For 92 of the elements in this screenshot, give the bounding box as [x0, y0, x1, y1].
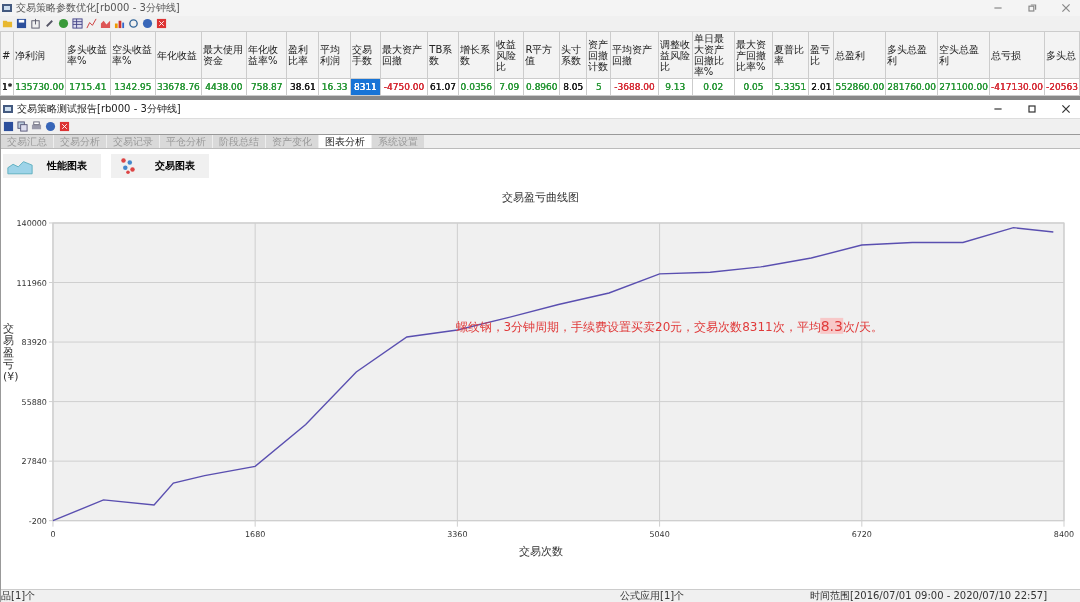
- column-header[interactable]: 多头总盈利: [885, 31, 938, 79]
- table-icon[interactable]: [72, 18, 83, 29]
- restore-icon[interactable]: [1026, 2, 1038, 14]
- cell-value: 7.09: [499, 82, 520, 92]
- x-tick-label: 5040: [649, 529, 670, 539]
- column-header[interactable]: 收益风险比: [494, 31, 524, 79]
- cell-value: -417130.00: [991, 82, 1043, 92]
- cell-value: 5: [595, 82, 602, 92]
- app-icon: [3, 104, 13, 114]
- save-icon[interactable]: [16, 18, 27, 29]
- cell-value: 1342.95: [114, 82, 152, 92]
- cell-value: 0.8960: [526, 82, 558, 92]
- cell-value: 8311: [353, 82, 377, 92]
- export-icon[interactable]: [30, 18, 41, 29]
- cell-value: 1715.41: [69, 82, 107, 92]
- area-chart-icon[interactable]: [100, 18, 111, 29]
- x-tick-label: 1680: [245, 529, 266, 539]
- y-tick-label: -200: [28, 516, 47, 526]
- column-header[interactable]: 净利润: [13, 31, 66, 79]
- cell-value: 16.33: [321, 82, 348, 92]
- column-header[interactable]: 交易手数: [350, 31, 381, 79]
- column-header[interactable]: 多头收益率%: [65, 31, 111, 79]
- column-header[interactable]: #: [0, 31, 14, 79]
- column-header[interactable]: TB系数: [427, 31, 459, 79]
- y-tick-label: 83920: [21, 338, 47, 348]
- cell-value: 281760.00: [887, 82, 936, 92]
- cell-value: -3688.00: [614, 82, 655, 92]
- cell-value: -20563: [1046, 82, 1078, 92]
- column-header[interactable]: 年化收益率%: [246, 31, 287, 79]
- column-header[interactable]: 平均资产回撤: [610, 31, 659, 79]
- app-icon: [2, 3, 12, 13]
- column-header[interactable]: 增长系数: [458, 31, 495, 79]
- column-header[interactable]: 总亏损: [989, 31, 1045, 79]
- x-tick-label: 6720: [851, 529, 872, 539]
- x-axis-label: 交易次数: [518, 544, 563, 558]
- chart-type-button[interactable]: 性能图表: [3, 154, 101, 178]
- status-text: 时间范围[2016/07/01 09:00 - 2020/07/10 22:57]: [810, 590, 1049, 602]
- y-tick-label: 111960: [16, 278, 47, 288]
- cell-value: 1*: [2, 82, 13, 92]
- cell-value: 61.07: [430, 82, 456, 92]
- chart-type-button[interactable]: 交易图表: [111, 154, 209, 178]
- column-header[interactable]: 空头收益率%: [110, 31, 156, 79]
- column-header[interactable]: 最大资产回撤: [380, 31, 428, 79]
- cell-value: 5.3351: [774, 82, 807, 92]
- column-header[interactable]: 平均利润: [318, 31, 351, 79]
- tab[interactable]: 图表分析: [319, 135, 371, 148]
- y-tick-label: 55880: [21, 397, 47, 407]
- chart-icon[interactable]: [86, 18, 97, 29]
- cell-value: 0.0356: [460, 82, 493, 92]
- column-header[interactable]: 总盈利: [833, 31, 886, 79]
- cell-value: 4438.00: [205, 82, 243, 92]
- cell-value: 758.87: [250, 82, 283, 92]
- column-header[interactable]: 多头总: [1044, 31, 1080, 79]
- save-icon[interactable]: [3, 121, 14, 132]
- status-text: 品[1]个: [1, 590, 37, 602]
- cell-value: 9.13: [665, 82, 686, 92]
- y-tick-label: 27840: [21, 457, 47, 467]
- column-header[interactable]: 盈亏比: [808, 31, 834, 79]
- cell-value: 8.05: [563, 82, 584, 92]
- close-icon[interactable]: [1060, 103, 1072, 115]
- x-tick-label: 3360: [447, 529, 468, 539]
- column-header[interactable]: 调整收益风险比: [658, 31, 693, 79]
- cell-value: 33678.76: [156, 82, 200, 92]
- column-header[interactable]: 最大资产回撤比率%: [734, 31, 773, 79]
- copy-icon[interactable]: [17, 121, 28, 132]
- column-header[interactable]: 空头总盈利: [937, 31, 990, 79]
- cell-value: 0.02: [703, 82, 724, 92]
- column-header[interactable]: 头寸系数: [559, 31, 587, 79]
- bar-chart-icon[interactable]: [114, 18, 125, 29]
- y-tick-label: 140000: [16, 218, 47, 228]
- column-header[interactable]: 年化收益: [155, 31, 202, 79]
- window-title: 交易策略测试报告[rb000 - 3分钟线]: [17, 102, 181, 116]
- cell-value: 552860.00: [835, 82, 885, 92]
- cell-value: 2.01: [811, 82, 832, 92]
- cell-value: 38.61: [290, 82, 316, 92]
- x-tick-label: 0: [50, 529, 56, 539]
- cell-value: 135730.00: [15, 82, 64, 92]
- column-header[interactable]: 最大使用资金: [201, 31, 247, 79]
- column-header[interactable]: 单日最大资产回撤比率%: [692, 31, 735, 79]
- column-header[interactable]: 盈利比率: [287, 31, 319, 79]
- maximize-icon[interactable]: [1026, 103, 1038, 115]
- status-text: 公式应用[1]个: [620, 590, 686, 602]
- chart-title: 交易盈亏曲线图: [502, 191, 579, 204]
- column-header[interactable]: 资产回撤计数: [586, 31, 611, 79]
- cell-value: -4750.00: [383, 82, 425, 92]
- cell-value: 0.05: [743, 82, 764, 92]
- print-icon[interactable]: [31, 121, 42, 132]
- column-header[interactable]: 夏普比率: [772, 31, 809, 79]
- window-title: 交易策略参数优化[rb000 - 3分钟线]: [16, 1, 180, 15]
- cell-value: 271100.00: [939, 82, 988, 92]
- x-tick-label: 8400: [1053, 529, 1075, 539]
- column-header[interactable]: R平方值: [523, 31, 560, 79]
